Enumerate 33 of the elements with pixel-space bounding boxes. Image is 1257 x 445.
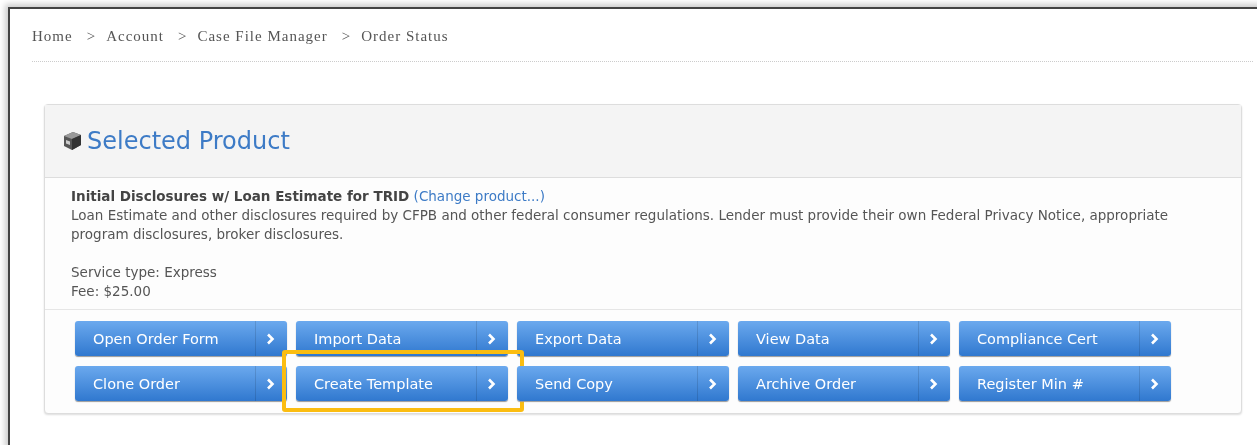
product-name: Initial Disclosures w/ Loan Estimate for TRID	[71, 188, 410, 204]
change-product-link[interactable]: (Change product...)	[413, 188, 545, 204]
breadcrumb-link[interactable]: Home	[32, 27, 73, 45]
action-button[interactable]: Export Data	[517, 321, 729, 356]
chevron-icon	[266, 332, 275, 345]
action-button[interactable]: Create Template	[296, 366, 508, 401]
breadcrumb-separator: >	[341, 27, 352, 45]
panel-title: Selected Product	[87, 127, 290, 155]
chevron-icon	[487, 377, 496, 390]
action-button[interactable]: Open Order Form	[75, 321, 287, 356]
action-button[interactable]: Send Copy	[517, 366, 729, 401]
action-button[interactable]: Archive Order	[738, 366, 950, 401]
action-button[interactable]: Register Min #	[959, 366, 1171, 401]
breadcrumb-current: Order Status	[361, 27, 449, 45]
breadcrumb-link[interactable]: Case File Manager	[197, 27, 328, 45]
chevron-icon	[1150, 332, 1159, 345]
chevron-icon	[487, 332, 496, 345]
chevron-icon	[708, 332, 717, 345]
action-button[interactable]: Compliance Cert	[959, 321, 1171, 356]
chevron-icon	[929, 332, 938, 345]
action-button[interactable]: View Data	[738, 321, 950, 356]
action-button[interactable]: Clone Order	[75, 366, 287, 401]
fee: Fee: $25.00	[71, 282, 152, 301]
breadcrumb-separator: >	[86, 27, 97, 45]
chevron-icon	[929, 377, 938, 390]
product-description: Loan Estimate and other disclosures required by CFPB and other federal consumer regulations. Lender must provide their own Federal Privacy Notice, appropriate program disclosures, broker disclosures.	[71, 206, 1170, 244]
breadcrumb-separator: >	[177, 27, 188, 45]
service-type: Service type: Express	[71, 263, 218, 282]
chevron-icon	[1150, 377, 1159, 390]
chevron-icon	[708, 377, 717, 390]
box-icon	[61, 130, 83, 152]
chevron-icon	[266, 377, 275, 390]
breadcrumb-link[interactable]: Account	[106, 27, 164, 45]
